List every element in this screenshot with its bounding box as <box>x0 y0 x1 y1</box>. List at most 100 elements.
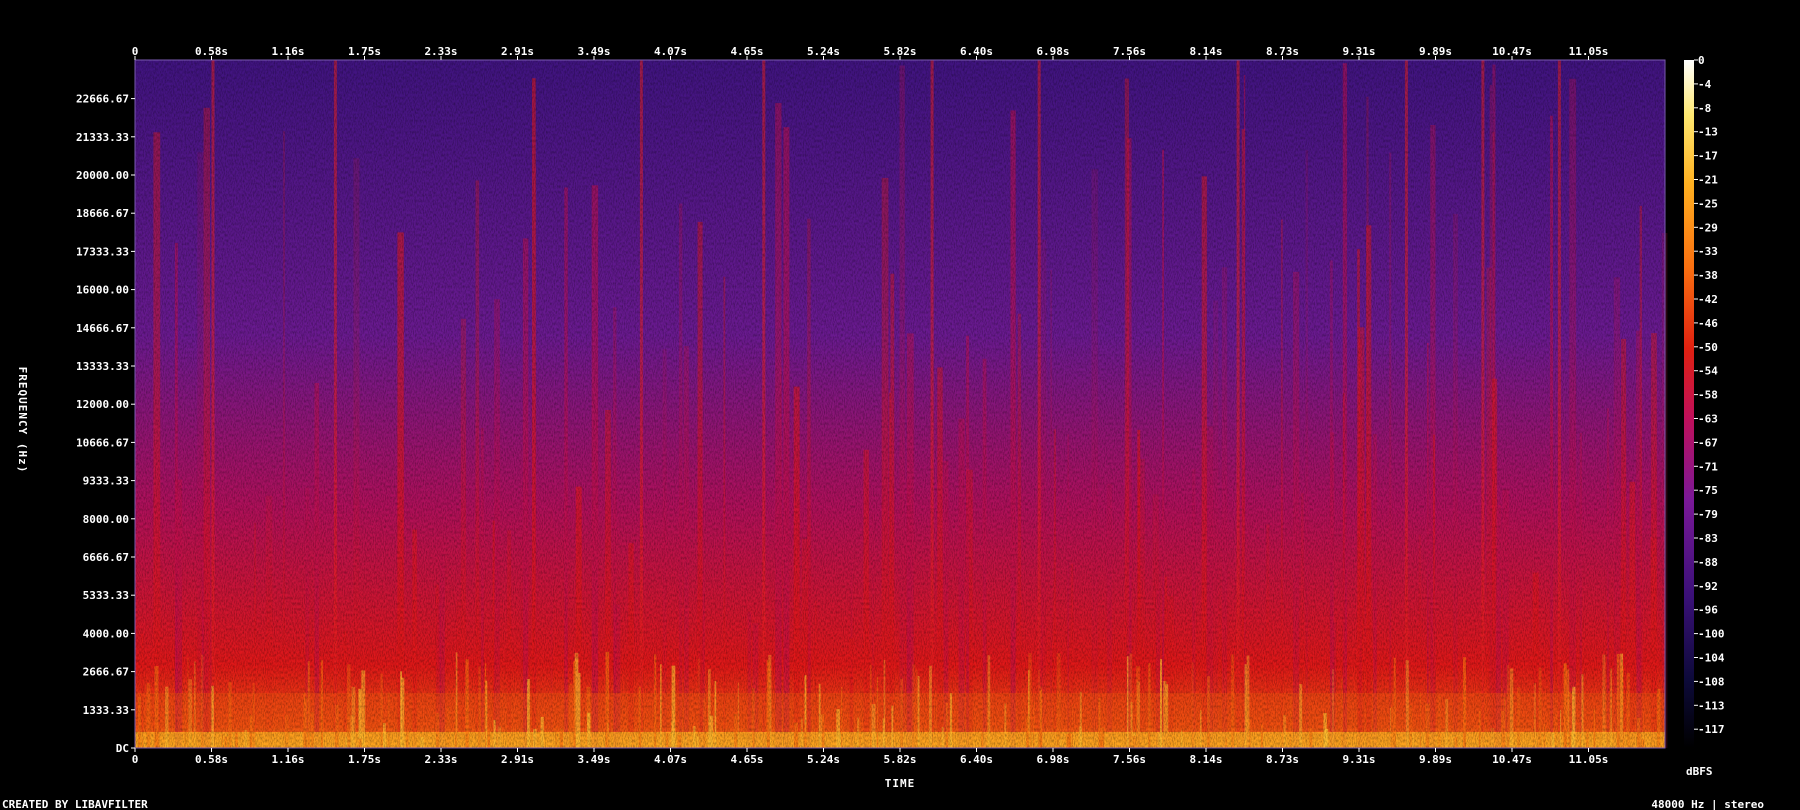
y-axis-label: FREQUENCY (Hz) <box>16 367 29 474</box>
colorbar-tick-label: -88 <box>1698 556 1718 569</box>
colorbar-tick-label: -46 <box>1698 317 1718 330</box>
x-tick-label-top: 6.98s <box>1036 45 1069 58</box>
x-tick-label-top: 9.31s <box>1342 45 1375 58</box>
colorbar-tick-label: -54 <box>1698 365 1718 378</box>
x-tick-label-bottom: 2.33s <box>424 753 457 766</box>
colorbar-tick-label: -75 <box>1698 484 1718 497</box>
colorbar-tick-label: -63 <box>1698 413 1718 426</box>
x-tick-label-bottom: 1.75s <box>348 753 381 766</box>
x-tick-label-top: 8.14s <box>1189 45 1222 58</box>
colorbar-tick-label: -4 <box>1698 78 1712 91</box>
x-tick-label-top: 5.24s <box>807 45 840 58</box>
x-tick-label-bottom: 6.40s <box>960 753 993 766</box>
x-tick-label-top: 7.56s <box>1113 45 1146 58</box>
y-tick-label: 5333.33 <box>83 589 129 602</box>
colorbar-tick-label: -17 <box>1698 150 1718 163</box>
x-axis-label: TIME <box>885 777 916 790</box>
x-tick-label-top: 2.33s <box>424 45 457 58</box>
x-tick-label-bottom: 5.24s <box>807 753 840 766</box>
x-tick-label-bottom: 4.07s <box>654 753 687 766</box>
colorbar-tick-label: -83 <box>1698 532 1718 545</box>
colorbar-tick-label: -21 <box>1698 174 1718 187</box>
colorbar-tick-label: -42 <box>1698 293 1718 306</box>
y-tick-label: DC <box>116 742 129 755</box>
colorbar-tick-label: -58 <box>1698 389 1718 402</box>
colorbar-unit-label: dBFS <box>1686 765 1713 778</box>
x-tick-label-top: 4.07s <box>654 45 687 58</box>
x-tick-label-top: 10.47s <box>1492 45 1532 58</box>
x-tick-label-top: 1.16s <box>271 45 304 58</box>
y-tick-label: 21333.33 <box>76 131 129 144</box>
colorbar-tick-label: -71 <box>1698 460 1718 473</box>
x-tick-label-top: 9.89s <box>1419 45 1452 58</box>
x-axis-top: 0 0.58s 1.16s 1.75s 2.33s 2.91s 3.49s 4.07s 4.65… <box>132 45 1609 60</box>
colorbar-tick-label: -113 <box>1698 699 1725 712</box>
x-tick-label-top: 6.40s <box>960 45 993 58</box>
colorbar: 0 -4 -8 -13 -17 -21 -25 -29 -33 -38 -42 -46 -50 -54 -5… <box>1684 54 1725 748</box>
x-tick-label-bottom: 1.16s <box>271 753 304 766</box>
x-tick-label-bottom: 5.82s <box>883 753 916 766</box>
colorbar-tick-label: 0 <box>1698 54 1705 67</box>
y-tick-label: 17333.33 <box>76 245 129 258</box>
y-axis: 22666.67 21333.33 20000.00 18666.67 17333.33… <box>76 93 135 755</box>
x-tick-label-top: 1.75s <box>348 45 381 58</box>
y-tick-label: 13333.33 <box>76 360 129 373</box>
y-tick-label: 8000.00 <box>83 513 129 526</box>
noise-texture <box>135 60 1665 748</box>
y-tick-label: 6666.67 <box>83 551 129 564</box>
x-tick-label-top: 4.65s <box>730 45 763 58</box>
colorbar-tick-label: -100 <box>1698 628 1725 641</box>
colorbar-tick-label: -33 <box>1698 245 1718 258</box>
x-tick-label-bottom: 3.49s <box>577 753 610 766</box>
footer-credit: CREATED BY LIBAVFILTER <box>2 798 148 810</box>
x-tick-label-top: 8.73s <box>1266 45 1299 58</box>
x-tick-label-top: 0.58s <box>195 45 228 58</box>
y-tick-label: 10666.67 <box>76 436 129 449</box>
x-tick-label-top: 2.91s <box>501 45 534 58</box>
colorbar-tick-label: -108 <box>1698 675 1725 688</box>
x-tick-label-bottom: 0 <box>132 753 139 766</box>
y-tick-label: 1333.33 <box>83 704 129 717</box>
colorbar-tick-label: -8 <box>1698 102 1711 115</box>
colorbar-tick-label: -29 <box>1698 221 1718 234</box>
x-tick-label-bottom: 7.56s <box>1113 753 1146 766</box>
y-tick-label: 2666.67 <box>83 666 129 679</box>
x-tick-label-bottom: 6.98s <box>1036 753 1069 766</box>
y-tick-label: 14666.67 <box>76 322 129 335</box>
colorbar-tick-label: -96 <box>1698 604 1718 617</box>
y-tick-label: 16000.00 <box>76 284 129 297</box>
colorbar-tick-label: -92 <box>1698 580 1718 593</box>
colorbar-tick-label: -104 <box>1698 652 1725 665</box>
x-tick-label-bottom: 4.65s <box>730 753 763 766</box>
x-tick-label-bottom: 2.91s <box>501 753 534 766</box>
colorbar-tick-label: -117 <box>1698 723 1725 736</box>
colorbar-tick-label: -79 <box>1698 508 1718 521</box>
y-tick-label: 12000.00 <box>76 398 129 411</box>
x-tick-label-top: 3.49s <box>577 45 610 58</box>
x-tick-label-bottom: 8.14s <box>1189 753 1222 766</box>
colorbar-strip <box>1684 60 1694 748</box>
colorbar-tick-label: -38 <box>1698 269 1718 282</box>
x-tick-label-bottom: 8.73s <box>1266 753 1299 766</box>
colorbar-tick-label: -25 <box>1698 197 1718 210</box>
y-tick-label: 4000.00 <box>83 627 129 640</box>
spectrogram-chart: 0 0.58s 1.16s 1.75s 2.33s 2.91s 3.49s 4.07s 4.65… <box>2 45 1764 810</box>
footer-sample-info: 48000 Hz | stereo <box>1651 798 1764 810</box>
y-tick-label: 9333.33 <box>83 475 129 488</box>
colorbar-tick-label: -67 <box>1698 436 1718 449</box>
x-tick-label-top: 0 <box>132 45 139 58</box>
x-tick-label-bottom: 10.47s <box>1492 753 1532 766</box>
spectrogram-plot <box>134 59 1668 749</box>
x-tick-label-bottom: 9.31s <box>1342 753 1375 766</box>
colorbar-tick-label: -13 <box>1698 126 1718 139</box>
x-tick-label-top: 5.82s <box>883 45 916 58</box>
x-tick-label-bottom: 0.58s <box>195 753 228 766</box>
colorbar-tick-label: -50 <box>1698 341 1718 354</box>
y-tick-label: 22666.67 <box>76 93 129 106</box>
x-tick-label-top: 11.05s <box>1569 45 1609 58</box>
y-tick-label: 18666.67 <box>76 207 129 220</box>
y-tick-label: 20000.00 <box>76 169 129 182</box>
x-tick-label-bottom: 9.89s <box>1419 753 1452 766</box>
x-axis-bottom: 0 0.58s 1.16s 1.75s 2.33s 2.91s 3.49s 4.07s 4.65… <box>132 748 1609 766</box>
x-tick-label-bottom: 11.05s <box>1569 753 1609 766</box>
